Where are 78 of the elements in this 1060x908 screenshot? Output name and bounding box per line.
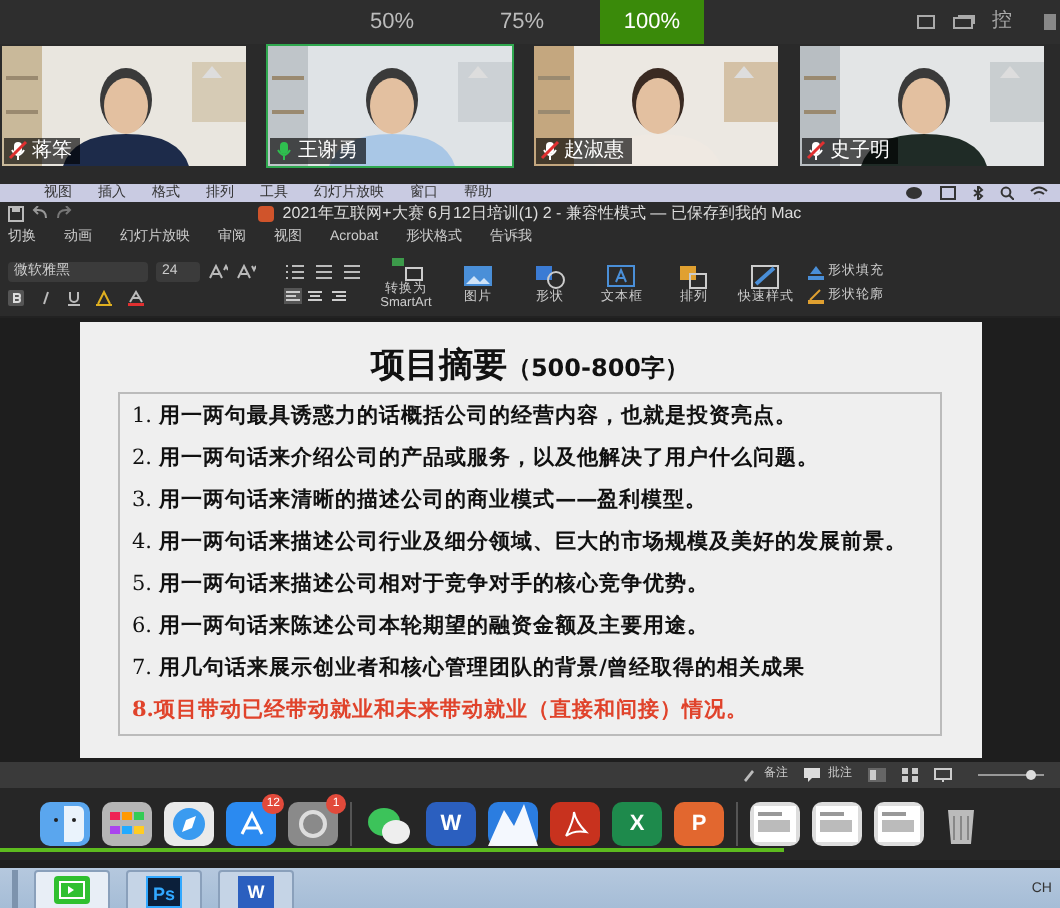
slide-text: 1. 用一两句最具诱惑力的话概括公司的经营内容，也就是投资亮点。	[132, 401, 800, 432]
taskbar-app[interactable]: W	[218, 870, 294, 908]
bluetooth-icon[interactable]	[972, 186, 984, 200]
slide-title: 项目摘要（500-800字）	[370, 346, 690, 388]
list-icons[interactable]	[284, 263, 364, 279]
chat-bubbles-icon	[364, 802, 414, 846]
participant-name: 史子明	[830, 138, 890, 164]
slide-text: 2. 用一两句话来介绍公司的产品或服务，以及他解决了用户什么问题。	[132, 444, 822, 474]
fill-icon	[808, 263, 824, 279]
window-thumbnail-icon	[874, 802, 924, 846]
document-title: 2021年互联网+大赛 6月12日培训(1) 2 - 兼容性模式 — 已保存到我的 Mac	[282, 202, 802, 226]
slide-text: 5. 用一两句话来描述公司相对于竞争对手的核心竞争优势。	[132, 569, 712, 600]
muted-microphone-icon	[8, 140, 28, 162]
italic-icon[interactable]	[40, 289, 52, 305]
undo-icon[interactable]	[32, 206, 48, 222]
pen-icon	[808, 287, 824, 303]
slideshow-icon[interactable]	[934, 768, 952, 782]
dock-icon[interactable]	[812, 802, 862, 846]
save-icon[interactable]	[8, 206, 24, 222]
dock-icon[interactable]	[750, 802, 800, 846]
underline-icon[interactable]	[68, 289, 80, 305]
windows-icon[interactable]	[952, 14, 976, 30]
zoom-option[interactable]: 50%	[340, 0, 444, 44]
slide-text: 4. 用一两句话来描述公司行业及细分领域、巨大的市场规模及美好的发展前景。	[132, 527, 910, 558]
redo-icon[interactable]	[56, 206, 72, 222]
participant-name: 蒋笨	[32, 138, 72, 164]
decrease-font-icon[interactable]	[236, 263, 256, 279]
finder-face-icon	[40, 802, 90, 846]
dock-icon[interactable]	[488, 802, 538, 846]
taskbar-app[interactable]	[34, 870, 110, 908]
fullscreen-icon[interactable]	[916, 14, 936, 30]
slide-text: 8.项目带动已经带动就业和未来带动就业（直接和间接）情况。	[132, 696, 750, 726]
window-icon[interactable]	[940, 186, 956, 200]
comments-icon	[804, 768, 820, 782]
shape-icon	[532, 263, 568, 289]
arrange-icon	[676, 263, 712, 289]
participant-name: 王谢勇	[298, 138, 358, 164]
dock-icon[interactable]	[102, 802, 152, 846]
zoom-option[interactable]: 100%	[600, 0, 704, 44]
taskbar-app[interactable]: Ps	[126, 870, 202, 908]
notes-icon	[742, 768, 756, 782]
powerpoint-icon	[258, 206, 275, 222]
dock-icon[interactable]	[874, 802, 924, 846]
highlight-icon[interactable]	[96, 289, 112, 305]
grid-view-icon[interactable]	[902, 768, 918, 782]
slide-text: 3. 用一两句话来清晰的描述公司的商业模式——盈利模型。	[132, 486, 710, 516]
show-desktop-handle[interactable]	[12, 870, 18, 908]
mountains-icon	[488, 802, 538, 846]
dock-icon[interactable]	[364, 802, 414, 846]
font-color-icon[interactable]	[128, 289, 144, 305]
muted-microphone-icon	[540, 140, 560, 162]
control-label[interactable]: 控	[992, 8, 1012, 34]
wifi-icon[interactable]	[1030, 186, 1048, 200]
bold-icon[interactable]	[8, 289, 24, 305]
dock-icon[interactable]	[164, 802, 214, 846]
dock-icon[interactable]	[550, 802, 600, 846]
zoom-option[interactable]: 75%	[470, 0, 574, 44]
search-icon[interactable]	[1000, 186, 1014, 200]
picture-icon	[460, 263, 496, 289]
style-icon	[748, 263, 784, 289]
panel-icon[interactable]	[1044, 12, 1056, 32]
slide-text: 7. 用几句话来展示创业者和核心管理团队的背景/曾经取得的相关成果	[132, 653, 808, 684]
slide-text: 6. 用一两句话来陈述公司本轮期望的融资金额及主要用途。	[132, 611, 712, 642]
participant-name: 赵淑惠	[564, 138, 624, 164]
slider-thumb[interactable]	[1026, 770, 1036, 780]
muted-microphone-icon	[806, 140, 826, 162]
microphone-icon	[274, 140, 294, 162]
normal-view-icon[interactable]	[868, 768, 886, 782]
chat-icon[interactable]	[906, 186, 924, 200]
window-thumbnail-icon	[750, 802, 800, 846]
dock-icon[interactable]	[40, 802, 90, 846]
textbox-icon	[604, 263, 640, 289]
increase-font-icon[interactable]	[208, 263, 228, 279]
smartart-icon	[388, 256, 424, 282]
window-thumbnail-icon	[812, 802, 862, 846]
meeting-icon	[52, 874, 92, 908]
dock-icon[interactable]: W	[426, 802, 476, 846]
dock-icon[interactable]: X	[612, 802, 662, 846]
